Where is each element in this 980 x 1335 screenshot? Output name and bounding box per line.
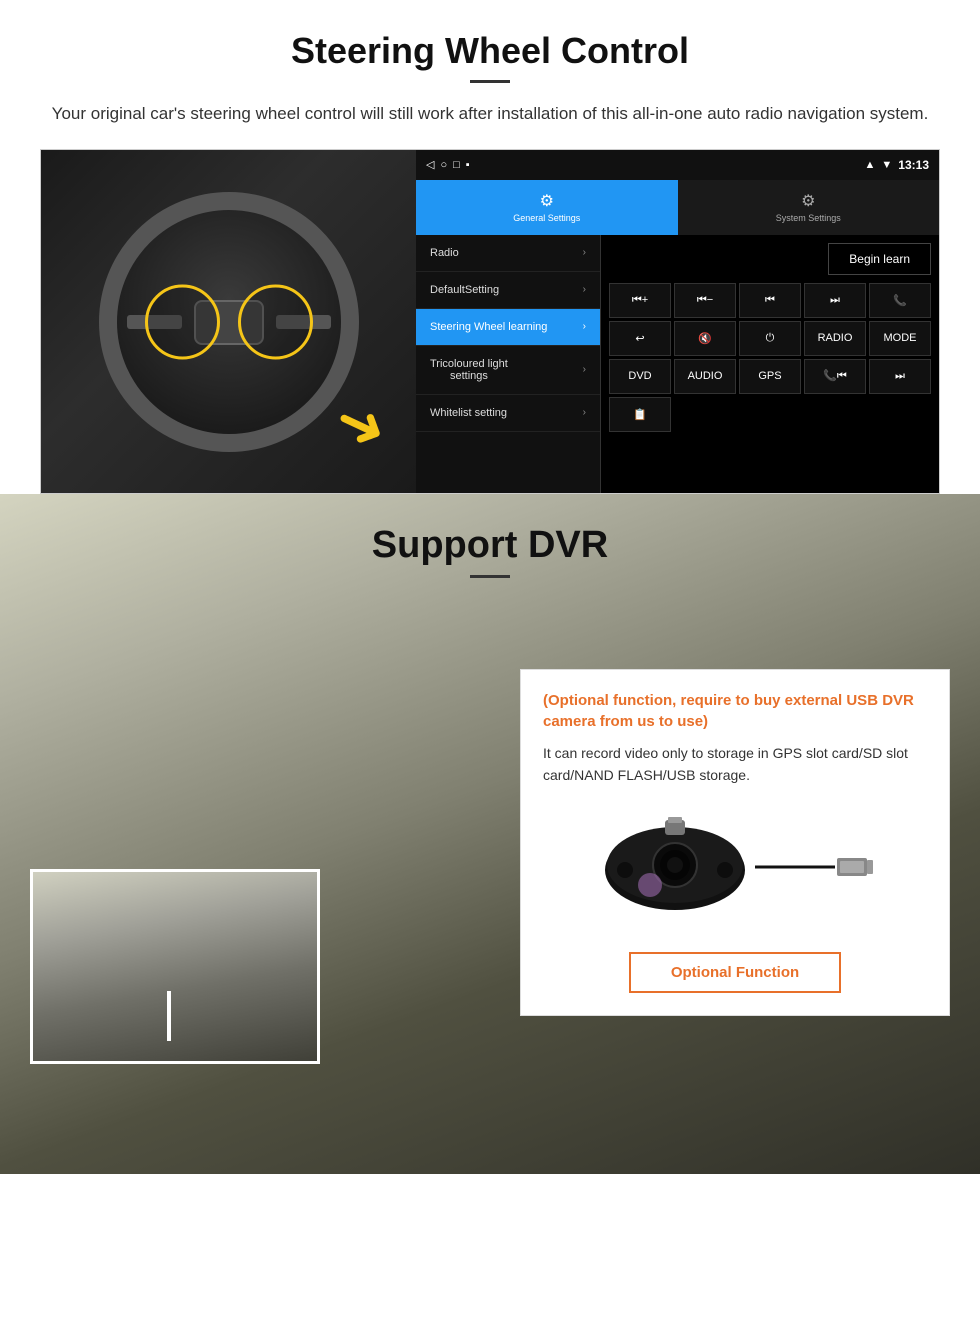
menu-tricolour-label: Tricoloured lightsettings: [430, 358, 508, 382]
control-grid: ⏮+ ⏮− ⏮ ⏭ 📞 ↩ 🔇 ⏻ RADIO MODE DVD AUDIO: [609, 283, 931, 432]
signal-icon: ▲: [865, 159, 876, 171]
optional-function-button[interactable]: Optional Function: [629, 952, 841, 993]
dvr-description: It can record video only to storage in G…: [543, 742, 927, 787]
begin-learn-button[interactable]: Begin learn: [828, 243, 931, 275]
chevron-icon-5: ›: [583, 407, 586, 418]
android-content: Radio › DefaultSetting › Steering Wheel …: [416, 235, 939, 493]
usb-plug-svg: [835, 850, 875, 880]
steering-title: Steering Wheel Control: [40, 30, 940, 72]
begin-learn-row: Begin learn: [609, 243, 931, 275]
steering-photo: ➜: [41, 150, 416, 494]
dvr-usb-plug: [835, 850, 875, 885]
chevron-icon-2: ›: [583, 284, 586, 295]
tab-system-settings[interactable]: ⚙ System Settings: [678, 180, 940, 235]
menu-item-radio[interactable]: Radio ›: [416, 235, 600, 272]
status-time: 13:13: [898, 158, 929, 172]
menu-steering-label: Steering Wheel learning: [430, 321, 547, 333]
android-menu: Radio › DefaultSetting › Steering Wheel …: [416, 235, 601, 493]
android-ui-screenshot: ➜ ◁ ○ □ ▪ ▲ ▼ 13:13 ⚙: [40, 149, 940, 494]
ctrl-btn-power[interactable]: ⏻: [739, 321, 801, 356]
steering-section: Steering Wheel Control Your original car…: [0, 0, 980, 494]
chevron-icon-4: ›: [583, 364, 586, 375]
ctrl-btn-mute[interactable]: 🔇: [674, 321, 736, 356]
ctrl-btn-extra[interactable]: 📋: [609, 397, 671, 432]
menu-whitelist-label: Whitelist setting: [430, 407, 507, 419]
ctrl-btn-call-next[interactable]: ⏭: [869, 359, 931, 394]
highlight-circle-left: [145, 285, 220, 360]
ctrl-btn-hangup[interactable]: ↩: [609, 321, 671, 356]
wifi-icon: ▼: [881, 159, 892, 171]
gear-icon-2: ⚙: [801, 191, 815, 211]
tab-general-settings[interactable]: ⚙ General Settings: [416, 180, 678, 235]
ctrl-btn-mode[interactable]: MODE: [869, 321, 931, 356]
dvr-cable: [755, 866, 835, 869]
highlight-circle-right: [238, 285, 313, 360]
menu-item-tricoloured[interactable]: Tricoloured lightsettings ›: [416, 346, 600, 395]
android-ui: ◁ ○ □ ▪ ▲ ▼ 13:13 ⚙ General Settings: [416, 150, 939, 493]
chevron-icon: ›: [583, 247, 586, 258]
menu-icon: ▪: [466, 159, 470, 171]
android-tabs: ⚙ General Settings ⚙ System Settings: [416, 180, 939, 235]
ctrl-btn-prev[interactable]: ⏮: [739, 283, 801, 318]
ctrl-btn-gps[interactable]: GPS: [739, 359, 801, 394]
thumb-road-visual: [33, 872, 317, 1061]
ctrl-btn-vol-down[interactable]: ⏮−: [674, 283, 736, 318]
menu-item-steering-wheel[interactable]: Steering Wheel learning ›: [416, 309, 600, 346]
ctrl-btn-dvd[interactable]: DVD: [609, 359, 671, 394]
menu-item-defaultsetting[interactable]: DefaultSetting ›: [416, 272, 600, 309]
tab-general-label: General Settings: [513, 213, 580, 223]
ctrl-btn-call-prev[interactable]: 📞⏮: [804, 359, 866, 394]
menu-item-whitelist[interactable]: Whitelist setting ›: [416, 395, 600, 432]
dvr-section: Support DVR (Optional function, require …: [0, 494, 980, 1174]
status-bar: ◁ ○ □ ▪ ▲ ▼ 13:13: [416, 150, 939, 180]
chevron-icon-3: ›: [583, 321, 586, 332]
dvr-title: Support DVR: [0, 524, 980, 567]
ctrl-btn-next[interactable]: ⏭: [804, 283, 866, 318]
home-icon: ○: [440, 159, 447, 171]
ctrl-btn-audio[interactable]: AUDIO: [674, 359, 736, 394]
ctrl-btn-radio[interactable]: RADIO: [804, 321, 866, 356]
dvr-divider: [470, 575, 510, 578]
dvr-optional-text: (Optional function, require to buy exter…: [543, 690, 927, 732]
menu-default-label: DefaultSetting: [430, 284, 499, 296]
gear-icon-1: ⚙: [540, 191, 554, 211]
dvr-thumbnail: [30, 869, 320, 1064]
menu-radio-label: Radio: [430, 247, 459, 259]
ctrl-btn-phone[interactable]: 📞: [869, 283, 931, 318]
dvr-title-area: Support DVR: [0, 494, 980, 588]
steering-wheel: [99, 192, 359, 452]
dvr-camera-body: [595, 815, 755, 920]
recents-icon: □: [453, 159, 460, 171]
tab-system-label: System Settings: [776, 213, 841, 223]
ctrl-btn-vol-up[interactable]: ⏮+: [609, 283, 671, 318]
title-divider-1: [470, 80, 510, 83]
android-right-panel: Begin learn ⏮+ ⏮− ⏮ ⏭ 📞 ↩ 🔇 ⏻ RADIO: [601, 235, 939, 493]
status-right-icons: ▲ ▼ 13:13: [865, 158, 929, 172]
back-icon: ◁: [426, 158, 434, 171]
dvr-info-card: (Optional function, require to buy exter…: [520, 669, 950, 1017]
steering-subtitle: Your original car's steering wheel contr…: [40, 101, 940, 127]
status-nav-icons: ◁ ○ □ ▪: [426, 158, 470, 171]
dvr-camera-svg: [595, 815, 755, 915]
dvr-camera-visual: [543, 802, 927, 932]
